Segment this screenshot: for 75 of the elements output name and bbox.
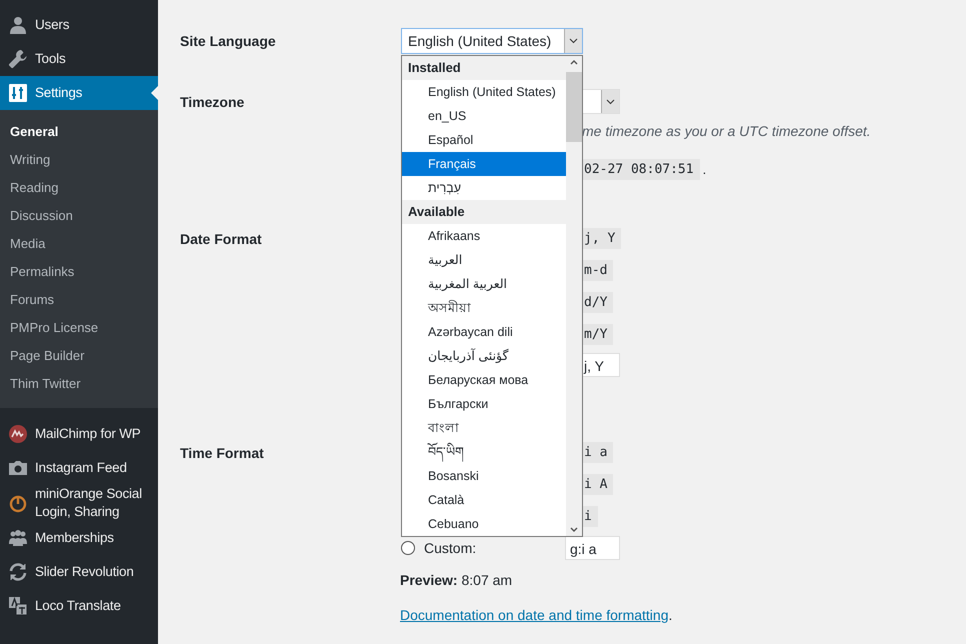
sliders-icon [8,83,28,103]
submenu-item[interactable]: Thim Twitter [0,370,158,398]
documentation-link[interactable]: Documentation on date and time formatting [400,607,668,623]
dropdown-option[interactable]: Afrikaans [402,224,566,248]
field-label: Timezone [180,94,246,110]
sidebar-item[interactable]: Settings [0,76,158,110]
field-label: Time Format [180,444,265,460]
wrench-icon [8,49,28,69]
refresh-icon [8,562,28,582]
dropdown-option[interactable]: گؤنئی آذربایجان [402,344,566,368]
dropdown-option[interactable]: Azərbaycan dili [402,320,566,344]
translate-icon [8,596,28,616]
punctuation: . [702,162,706,176]
submenu-item[interactable]: General [0,118,158,146]
format-code: i [582,506,598,527]
custom-format-field[interactable]: g:i a [565,536,620,560]
dropdown-option[interactable]: བོད་ཡིག [402,440,566,464]
sidebar-item[interactable]: Loco Translate [0,589,158,623]
scrollbar[interactable] [566,56,582,536]
sidebar-item[interactable]: MailChimp for WP [0,417,158,451]
sidebar-item[interactable]: Users [0,8,158,42]
dropdown-option[interactable]: العربية [402,248,566,272]
format-code: j, Y [582,228,622,249]
dropdown-option[interactable]: Español [402,128,566,152]
help-text: Documentation on date and time formatting. [400,607,672,623]
scroll-thumb[interactable] [566,72,582,142]
sidebar-item[interactable]: Instagram Feed [0,451,158,485]
language-select[interactable]: English (United States) [401,28,583,54]
dropdown-option[interactable]: Bosanski [402,464,566,488]
dropdown-option[interactable]: العربية المغربية [402,272,566,296]
users-icon [8,15,28,35]
radio-button[interactable] [401,541,415,555]
group-heading: Available [402,200,566,224]
submenu-item[interactable]: Page Builder [0,342,158,370]
submenu-item[interactable]: Reading [0,174,158,202]
timezone-select[interactable] [582,89,620,114]
submenu-item[interactable]: PMPro License [0,314,158,342]
mailchimp-logo-icon [8,424,28,444]
caret-icon [564,29,582,53]
dropdown-option[interactable]: বাংলা [402,416,566,440]
dropdown-option[interactable]: Cebuano [402,512,566,536]
custom-format-field[interactable]: j, Y [582,353,620,377]
submenu-item[interactable]: Forums [0,286,158,314]
dropdown-option[interactable]: עִבְרִית [402,176,566,200]
dropdown-option[interactable]: Беларуская мова [402,368,566,392]
dropdown-option[interactable]: Français [402,152,566,176]
format-code: m/Y [582,324,614,345]
dropdown-option[interactable]: অসমীয়া [402,296,566,320]
group-heading: Installed [402,56,566,80]
submenu-item[interactable]: Discussion [0,202,158,230]
format-code: d/Y [582,292,614,313]
submenu-item[interactable]: Writing [0,146,158,174]
preview-text: Preview: 8:07 am [400,572,512,588]
submenu-item[interactable]: Permalinks [0,258,158,286]
sidebar-item[interactable]: Tools [0,42,158,76]
sidebar-item[interactable]: miniOrange Social Login, Sharing [0,485,158,521]
field-label: Date Format [180,230,263,246]
local-time: 02-27 08:07:51 [582,158,700,180]
format-code: i A [582,474,614,495]
format-code: m-d [582,260,614,281]
submenu-item[interactable]: Media [0,230,158,258]
caret-icon [601,90,619,113]
people-icon [8,528,28,548]
dropdown-option[interactable]: en_US [402,104,566,128]
sidebar-item[interactable]: Slider Revolution [0,555,158,589]
power-icon [8,493,28,513]
timezone-description: me timezone as you or a UTC timezone offset. [582,123,871,139]
format-code: i a [582,442,614,463]
sidebar-item[interactable]: Memberships [0,521,158,555]
field-label: Site Language [180,33,277,49]
dropdown-option[interactable]: English (United States) [402,80,566,104]
dropdown-option[interactable]: Català [402,488,566,512]
dropdown-option[interactable]: Български [402,392,566,416]
camera-icon [8,458,28,478]
radio-label: Custom: [424,540,478,556]
